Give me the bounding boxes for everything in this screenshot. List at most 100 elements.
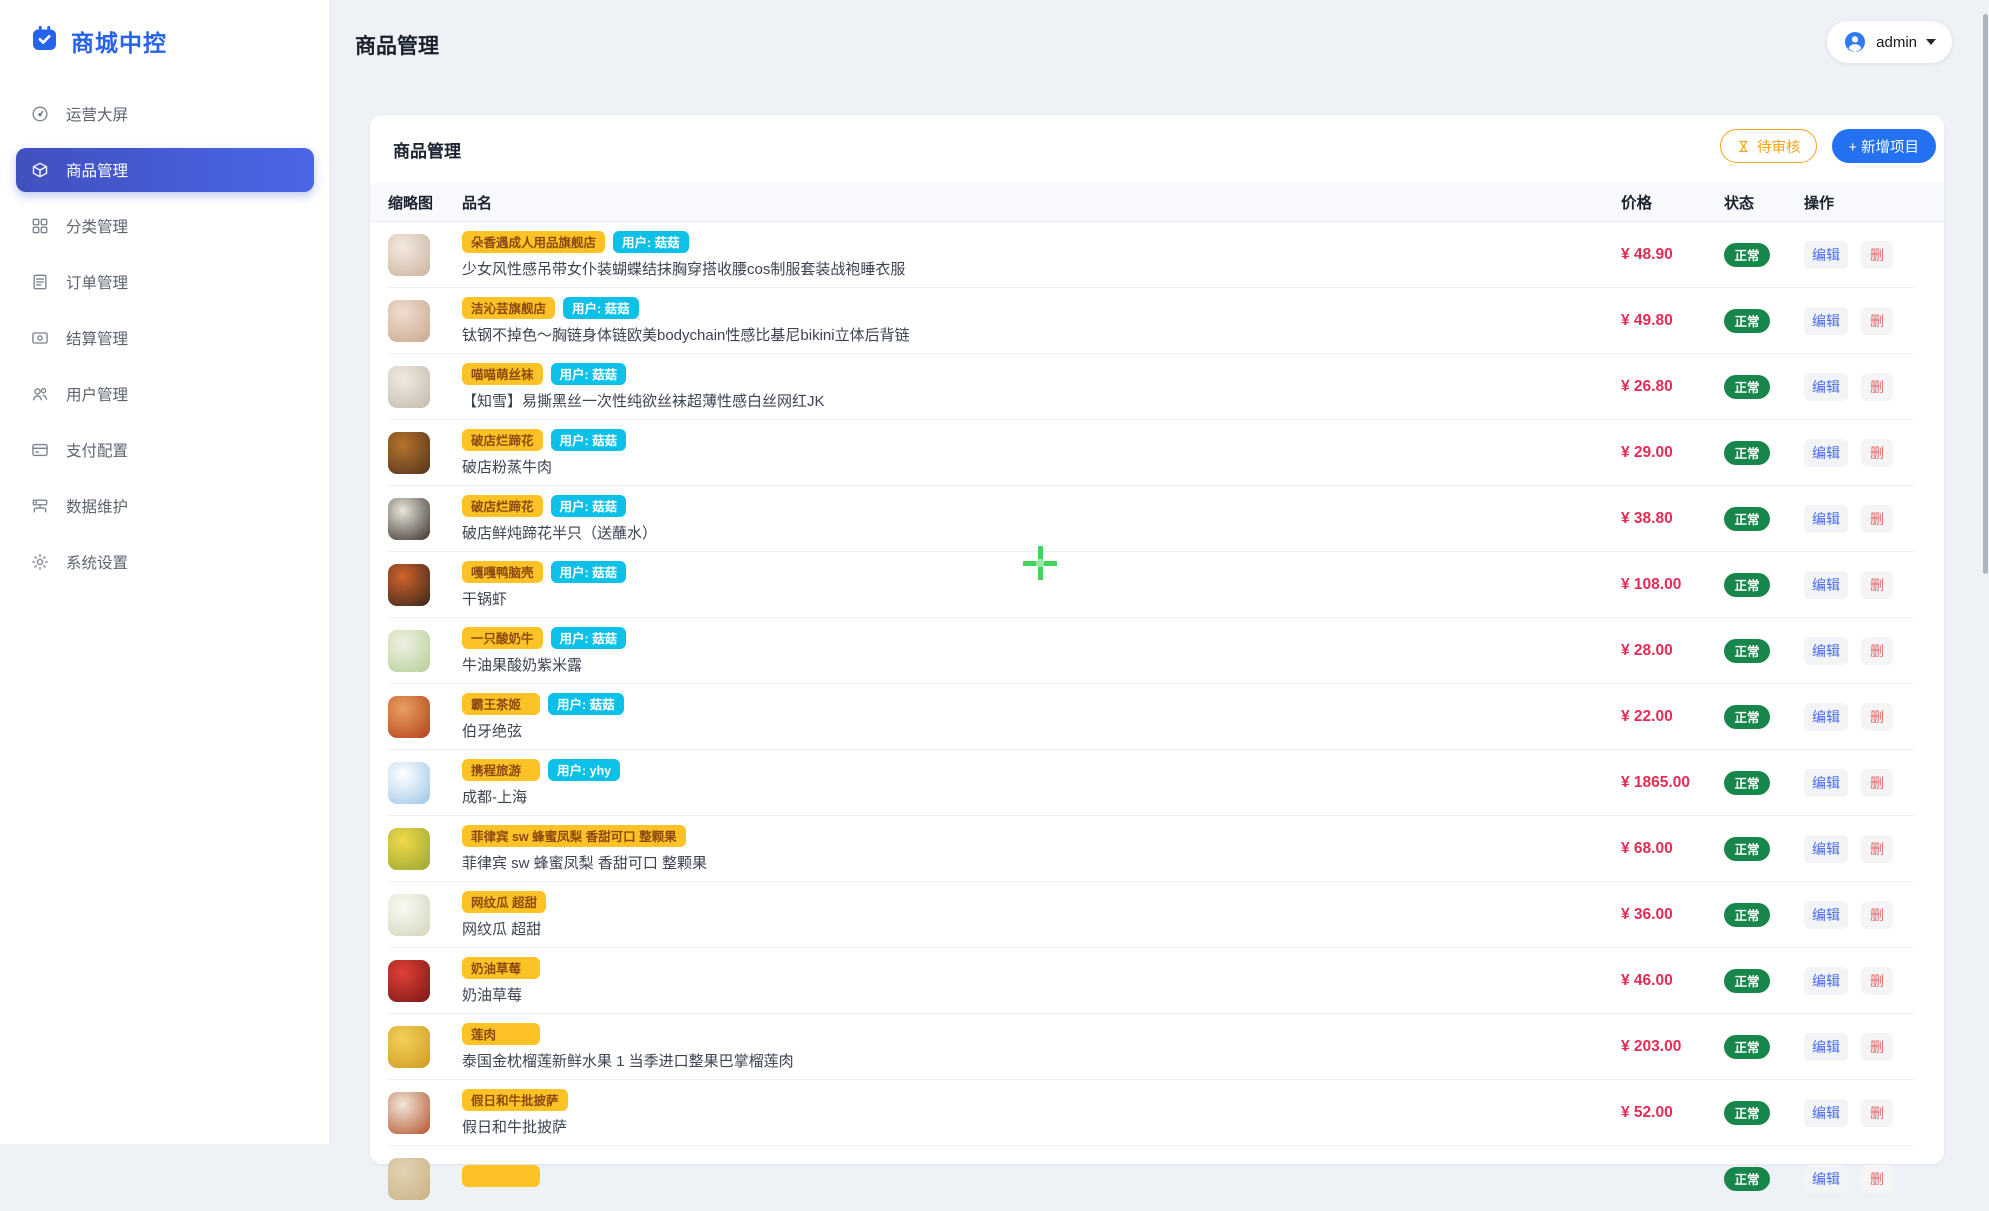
document-icon [30,272,50,292]
table-row: 奶油草莓 奶油草莓 ¥ 46.00 正常 编辑 删 [388,948,1914,1014]
status-badge: 正常 [1724,1101,1770,1125]
table-row: 莲肉 泰国金枕榴莲新鲜水果 1 当季进口整果巴掌榴莲肉 ¥ 203.00 正常 … [388,1014,1914,1080]
shop-tag: 破店烂蹄花 [462,429,543,451]
user-tag: 用户: 菇菇 [551,363,627,385]
status-badge: 正常 [1724,705,1770,729]
sidebar-item-products[interactable]: 商品管理 [16,148,314,192]
delete-button[interactable]: 删 [1861,307,1893,335]
edit-button[interactable]: 编辑 [1804,1165,1848,1193]
product-price: ¥ 52.00 [1591,1104,1724,1122]
edit-button[interactable]: 编辑 [1804,505,1848,533]
table-row: 携程旅游 用户: yhy 成都-上海 ¥ 1865.00 正常 编辑 删 [388,750,1914,816]
sidebar-item-categories[interactable]: 分类管理 [16,204,314,248]
gauge-icon [30,104,50,124]
edit-button[interactable]: 编辑 [1804,967,1848,995]
app-root: 商城中控 运营大屏 商品管理 分类管理 订单管理 结算管理 用户管理 支付配置 … [0,0,1989,1144]
sidebar-item-label: 分类管理 [66,215,128,237]
column-header-actions: 操作 [1804,192,1914,213]
edit-button[interactable]: 编辑 [1804,373,1848,401]
product-thumbnail [388,630,430,672]
delete-button[interactable]: 删 [1861,703,1893,731]
sidebar-item-label: 系统设置 [66,551,128,573]
pending-review-label: 待审核 [1757,136,1801,157]
table-row: 霸王茶姬 用户: 菇菇 伯牙绝弦 ¥ 22.00 正常 编辑 删 [388,684,1914,750]
shopping-bag-check-icon [30,24,59,58]
delete-button[interactable]: 删 [1861,439,1893,467]
delete-button[interactable]: 删 [1861,241,1893,269]
pending-review-button[interactable]: 待审核 [1720,129,1817,163]
delete-button[interactable]: 删 [1861,571,1893,599]
edit-button[interactable]: 编辑 [1804,307,1848,335]
product-price: ¥ 108.00 [1591,576,1724,594]
edit-button[interactable]: 编辑 [1804,637,1848,665]
shop-tag: 莲肉 [462,1023,540,1045]
table-row: 破店烂蹄花 用户: 菇菇 破店鲜炖蹄花半只（送蘸水） ¥ 38.80 正常 编辑… [388,486,1914,552]
shop-tag: 一只酸奶牛 [462,627,543,649]
delete-button[interactable]: 删 [1861,505,1893,533]
delete-button[interactable]: 删 [1861,769,1893,797]
delete-button[interactable]: 删 [1861,967,1893,995]
product-price: ¥ 38.80 [1591,510,1724,528]
shop-tag: 菲律宾 sw 蜂蜜凤梨 香甜可口 整颗果 [462,825,686,847]
delete-button[interactable]: 删 [1861,1099,1893,1127]
sidebar-item-data[interactable]: 数据维护 [16,484,314,528]
table-row: 一只酸奶牛 用户: 菇菇 牛油果酸奶紫米露 ¥ 28.00 正常 编辑 删 [388,618,1914,684]
edit-button[interactable]: 编辑 [1804,571,1848,599]
delete-button[interactable]: 删 [1861,1033,1893,1061]
edit-button[interactable]: 编辑 [1804,241,1848,269]
shop-tag: 喵喵萌丝袜 [462,363,543,385]
sidebar-item-settlement[interactable]: 结算管理 [16,316,314,360]
product-thumbnail [388,960,430,1002]
sidebar: 商城中控 运营大屏 商品管理 分类管理 订单管理 结算管理 用户管理 支付配置 … [0,0,330,1144]
delete-button[interactable]: 删 [1861,835,1893,863]
shop-tag: 奶油草莓 [462,957,540,979]
product-thumbnail [388,234,430,276]
edit-button[interactable]: 编辑 [1804,835,1848,863]
gear-icon [30,552,50,572]
shop-tag: 假日和牛批披萨 [462,1089,568,1111]
product-thumbnail [388,1026,430,1068]
edit-button[interactable]: 编辑 [1804,1099,1848,1127]
card-actions: 待审核 + 新增项目 [1720,129,1936,163]
delete-button[interactable]: 删 [1861,373,1893,401]
sidebar-item-users[interactable]: 用户管理 [16,372,314,416]
edit-button[interactable]: 编辑 [1804,439,1848,467]
sidebar-item-label: 用户管理 [66,383,128,405]
status-badge: 正常 [1724,771,1770,795]
delete-button[interactable]: 删 [1861,1165,1893,1193]
product-name: 干锅虾 [462,588,1575,609]
edit-button[interactable]: 编辑 [1804,901,1848,929]
shop-tag: 网纹瓜 超甜 [462,891,546,913]
status-badge: 正常 [1724,507,1770,531]
edit-button[interactable]: 编辑 [1804,769,1848,797]
avatar-icon [1843,30,1867,54]
add-item-button[interactable]: + 新增项目 [1832,129,1937,163]
edit-button[interactable]: 编辑 [1804,703,1848,731]
user-menu[interactable]: admin [1827,21,1952,63]
table-row: 喵喵萌丝袜 用户: 菇菇 【知雪】易撕黑丝一次性纯欲丝袜超薄性感白丝网红JK ¥… [388,354,1914,420]
table-row: 破店烂蹄花 用户: 菇菇 破店粉蒸牛肉 ¥ 29.00 正常 编辑 删 [388,420,1914,486]
product-name: 牛油果酸奶紫米露 [462,654,1575,675]
vertical-scrollbar[interactable] [1983,14,1988,574]
status-badge: 正常 [1724,639,1770,663]
sidebar-item-settings[interactable]: 系统设置 [16,540,314,584]
server-icon [30,496,50,516]
sidebar-item-payment[interactable]: 支付配置 [16,428,314,472]
product-price: ¥ 36.00 [1591,906,1724,924]
sidebar-item-dashboard[interactable]: 运营大屏 [16,92,314,136]
user-tag: 用户: 菇菇 [551,495,627,517]
shop-tag: 破店烂蹄花 [462,495,543,517]
page-title: 商品管理 [330,0,1989,60]
card-title: 商品管理 [393,137,1934,162]
edit-button[interactable]: 编辑 [1804,1033,1848,1061]
user-tag: 用户: 菇菇 [613,231,689,253]
product-thumbnail [388,300,430,342]
user-tag: 用户: 菇菇 [551,561,627,583]
delete-button[interactable]: 删 [1861,637,1893,665]
main-area: 商品管理 admin 商品管理 [330,0,1989,1144]
product-thumbnail [388,1158,430,1200]
delete-button[interactable]: 删 [1861,901,1893,929]
product-price: ¥ 22.00 [1591,708,1724,726]
user-tag: 用户: yhy [548,759,620,781]
sidebar-item-orders[interactable]: 订单管理 [16,260,314,304]
